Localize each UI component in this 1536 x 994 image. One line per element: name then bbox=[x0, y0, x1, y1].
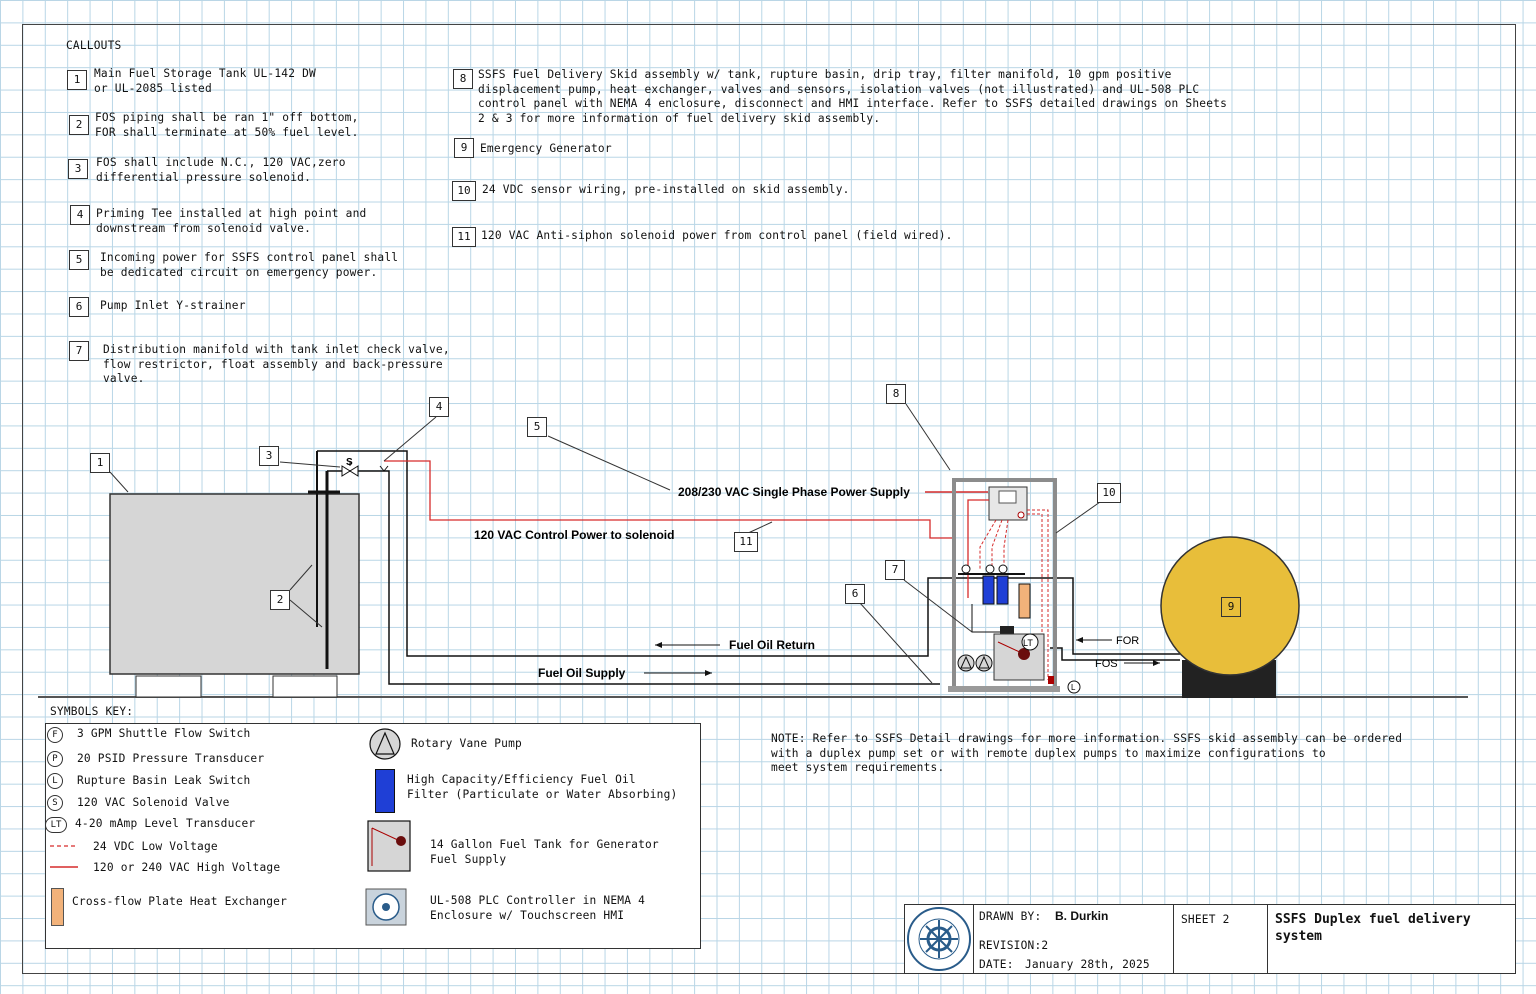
marker-7: 7 bbox=[885, 560, 905, 580]
controller-key-icon bbox=[365, 888, 407, 926]
distribution-manifold bbox=[971, 604, 1000, 633]
date-label: DATE: bbox=[979, 958, 1014, 971]
filter-key-icon bbox=[375, 769, 395, 813]
low-voltage-label: 24 VDC Low Voltage bbox=[93, 840, 218, 853]
solenoid-valve-key-symbol: S bbox=[47, 795, 63, 811]
sensor-wire-3 bbox=[1003, 519, 1009, 570]
leader-1 bbox=[109, 471, 129, 493]
pressure-transducer-icon-2 bbox=[998, 564, 1008, 574]
fuel-supply-label: Fuel Oil Supply bbox=[538, 666, 626, 680]
sheet-number: SHEET 2 bbox=[1181, 913, 1230, 926]
filter-1 bbox=[982, 575, 995, 605]
fuel-oil-supply-line bbox=[327, 470, 940, 685]
disconnect-icon bbox=[1017, 511, 1025, 519]
pump-key-icon bbox=[369, 728, 401, 760]
float-assembly bbox=[1000, 626, 1014, 634]
leader-5 bbox=[547, 435, 671, 491]
control-power-line bbox=[384, 460, 953, 539]
fos-arrowhead bbox=[1153, 660, 1160, 666]
leak-switch-key-symbol: L bbox=[47, 773, 63, 789]
tank-support-right bbox=[272, 675, 338, 698]
date-value: January 28th, 2025 bbox=[1025, 958, 1150, 971]
pressure-transducer-icon-1 bbox=[985, 564, 995, 574]
high-voltage-label: 120 or 240 VAC High Voltage bbox=[93, 861, 281, 874]
marker-3: 3 bbox=[259, 446, 279, 466]
leader-10 bbox=[1055, 501, 1101, 534]
pressure-transducer-label: 20 PSID Pressure Transducer bbox=[77, 752, 265, 765]
company-logo bbox=[907, 907, 971, 971]
marker-6: 6 bbox=[845, 584, 865, 604]
line-key-icons bbox=[50, 845, 78, 868]
leader-6 bbox=[859, 602, 933, 684]
sensor-wire-5 bbox=[1027, 513, 1043, 640]
hmi-screen bbox=[998, 490, 1017, 504]
flow-switch-label: 3 GPM Shuttle Flow Switch bbox=[77, 727, 251, 740]
level-transducer-label: 4-20 mAmp Level Transducer bbox=[75, 817, 256, 830]
power-supply-label: 208/230 VAC Single Phase Power Supply bbox=[678, 485, 910, 499]
solenoid-valve-label: 120 VAC Solenoid Valve bbox=[77, 796, 230, 809]
supply-arrowhead bbox=[705, 670, 712, 676]
heat-exchanger-key-icon bbox=[51, 888, 64, 926]
system-note: NOTE: Refer to SSFS Detail drawings for … bbox=[771, 732, 1403, 774]
marker-11: 11 bbox=[734, 532, 758, 552]
return-arrowhead bbox=[655, 642, 662, 648]
title-block: DRAWN BY: B. Durkin REVISION:2 DATE: Jan… bbox=[904, 904, 1516, 974]
control-power-label: 120 VAC Control Power to solenoid bbox=[474, 528, 674, 542]
marker-1: 1 bbox=[90, 453, 110, 473]
drawn-by-value: B. Durkin bbox=[1055, 909, 1109, 923]
title-divider-1 bbox=[973, 905, 974, 973]
tank-support-left bbox=[135, 675, 202, 698]
sensor-wire-2 bbox=[991, 519, 1003, 570]
level-transducer-key-symbol: LT bbox=[45, 817, 67, 833]
marker-4: 4 bbox=[429, 397, 449, 417]
filter-2 bbox=[996, 575, 1009, 605]
fos-label: FOS bbox=[1095, 658, 1118, 670]
pressure-transducer-symbol: P bbox=[47, 751, 63, 767]
leak-switch-symbol: L bbox=[1071, 683, 1076, 692]
level-transducer-symbol: LT bbox=[1023, 638, 1033, 648]
pump-label: Rotary Vane Pump bbox=[411, 737, 522, 750]
solenoid-symbol: S bbox=[346, 457, 353, 468]
for-arrowhead bbox=[1076, 637, 1083, 643]
tank-label: 14 Gallon Fuel Tank for Generator Fuel S… bbox=[430, 838, 659, 866]
marker-8: 8 bbox=[886, 384, 906, 404]
leader-8 bbox=[905, 403, 951, 471]
fuel-return-label: Fuel Oil Return bbox=[729, 638, 815, 652]
main-fuel-tank bbox=[109, 493, 360, 675]
skid-base bbox=[948, 686, 1060, 692]
leak-switch-sensor bbox=[1048, 676, 1054, 684]
leader-7 bbox=[903, 579, 973, 633]
heat-exchanger bbox=[1018, 583, 1031, 619]
symbols-key-title: SYMBOLS KEY: bbox=[50, 705, 134, 718]
marker-5: 5 bbox=[527, 417, 547, 437]
leader-4 bbox=[383, 416, 437, 462]
for-label: FOR bbox=[1116, 635, 1139, 647]
drawn-by-label: DRAWN BY: bbox=[979, 910, 1042, 923]
marker-10: 10 bbox=[1097, 483, 1121, 503]
filter-label: High Capacity/Efficiency Fuel Oil Filter… bbox=[407, 773, 678, 801]
tank-key-icon bbox=[367, 820, 411, 872]
marker-2: 2 bbox=[270, 590, 290, 610]
flow-switch-symbol: F bbox=[47, 727, 63, 743]
drawing-title: SSFS Duplex fuel delivery system bbox=[1275, 912, 1471, 944]
title-divider-2 bbox=[1173, 905, 1174, 973]
controller-label: UL-508 PLC Controller in NEMA 4 Enclosur… bbox=[430, 894, 645, 922]
title-divider-3 bbox=[1267, 905, 1268, 973]
marker-9: 9 bbox=[1221, 597, 1241, 617]
flow-switch-icon bbox=[961, 564, 971, 574]
heat-exchanger-label: Cross-flow Plate Heat Exchanger bbox=[72, 895, 287, 908]
revision-label: REVISION:2 bbox=[979, 939, 1049, 952]
leak-switch-label: Rupture Basin Leak Switch bbox=[77, 774, 251, 787]
leader-3 bbox=[279, 461, 341, 468]
sensor-wire-1 bbox=[979, 519, 997, 570]
